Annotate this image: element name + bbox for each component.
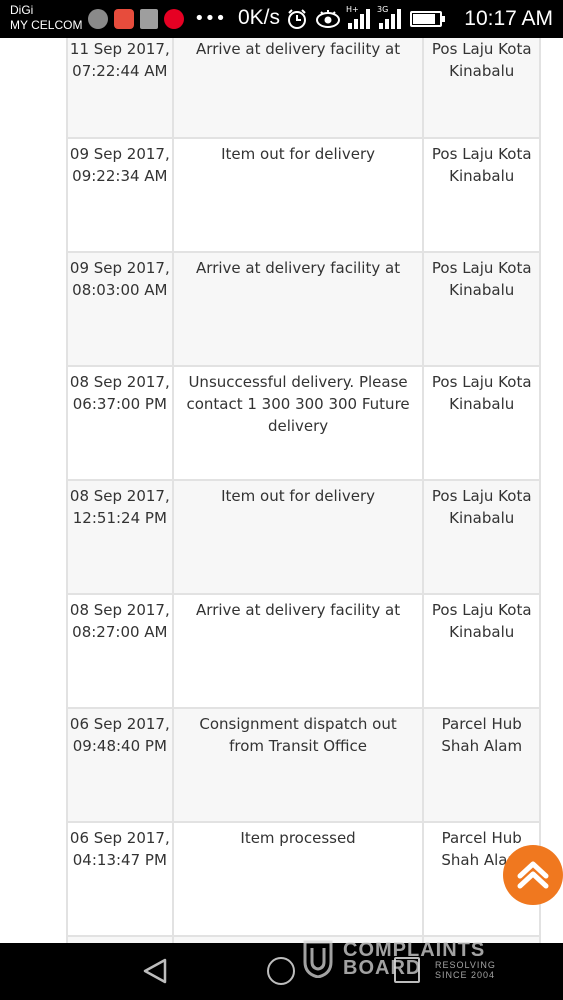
tracking-row: 09 Sep 2017, 08:03:00 AM Arrive at delive… — [66, 251, 541, 367]
watermark-line-2: BOARD — [343, 957, 422, 979]
tracking-event-cell: Item processed — [171, 821, 425, 937]
carrier-line-2: MY CELCOM — [10, 18, 83, 32]
shield-logo-icon — [303, 940, 333, 978]
chevron-up-icon — [517, 861, 549, 889]
tracking-event-cell: Consignment dispatch out from Transit Of… — [171, 707, 425, 823]
tracking-row: 06 Sep 2017, 09:48:40 PM Consignment disp… — [66, 707, 541, 823]
net-speed: 0K/s — [238, 6, 281, 29]
app-notification-icon — [88, 9, 108, 29]
pinterest-icon — [164, 9, 184, 29]
carrier-label: DiGi MY CELCOM — [10, 3, 82, 33]
tracking-event-cell: Arrive at delivery facility at — [171, 593, 425, 709]
tracking-date-cell: 09 Sep 2017, 09:22:34 AM — [66, 137, 174, 253]
tracking-location-cell: Pos Laju Kota Kinabalu — [422, 251, 541, 367]
back-icon[interactable] — [141, 957, 169, 985]
tracking-row: 08 Sep 2017, 06:37:00 PM Unsuccessful del… — [66, 365, 541, 481]
email-app-icon — [114, 9, 134, 29]
notification-icons: ••• — [88, 8, 226, 30]
tracking-table-body: 11 Sep 2017, 07:22:44 AM Arrive at delive… — [66, 38, 541, 957]
tracking-event-cell: Arrive at delivery facility at — [171, 38, 425, 139]
tracking-location-cell: Pos Laju Kota Kinabalu — [422, 137, 541, 253]
signal-icon-3g: 3G — [377, 5, 403, 29]
tracking-date-cell: 08 Sep 2017, 08:27:00 AM — [66, 593, 174, 709]
tracking-date-cell: 11 Sep 2017, 07:22:44 AM — [66, 38, 174, 139]
clock: 10:17 AM — [464, 7, 553, 30]
gallery-icon — [140, 9, 158, 29]
network-type-3g: 3G — [377, 5, 389, 14]
network-type-hplus: H+ — [346, 5, 359, 14]
tracking-location-cell: Pos Laju Kota Kinabalu — [422, 365, 541, 481]
tracking-row: 09 Sep 2017, 09:22:34 AM Item out for del… — [66, 137, 541, 253]
tracking-event-cell: Item out for delivery — [171, 479, 425, 595]
carrier-line-1: DiGi — [10, 3, 34, 17]
tracking-row: 08 Sep 2017, 08:27:00 AM Arrive at delive… — [66, 593, 541, 709]
battery-level — [413, 14, 435, 24]
tracking-date-cell: 09 Sep 2017, 08:03:00 AM — [66, 251, 174, 367]
tracking-location-cell: Pos Laju Kota Kinabalu — [422, 479, 541, 595]
tracking-row: 06 Sep 2017, 04:13:47 PM Item processed Pa… — [66, 821, 541, 937]
more-notifications-icon: ••• — [194, 8, 226, 29]
tracking-location-cell: Pos Laju Kota Kinabalu — [422, 38, 541, 139]
tracking-date-cell: 08 Sep 2017, 12:51:24 PM — [66, 479, 174, 595]
signal-icon-hplus: H+ — [346, 5, 372, 29]
battery-icon — [410, 11, 445, 27]
tracking-row: 08 Sep 2017, 12:51:24 PM Item out for del… — [66, 479, 541, 595]
status-bar: DiGi MY CELCOM ••• 0K/s H+ 3G 10:17 AM — [0, 0, 563, 38]
tracking-location-cell: Parcel Hub Shah Alam — [422, 707, 541, 823]
home-icon[interactable] — [267, 957, 295, 985]
system-icons: H+ 3G — [286, 5, 445, 32]
tracking-location-cell: Pos Laju Kota Kinabalu — [422, 593, 541, 709]
eye-comfort-icon — [316, 10, 340, 28]
tracking-event-cell: Item out for delivery — [171, 137, 425, 253]
tracking-table: 11 Sep 2017, 07:22:44 AM Arrive at delive… — [66, 38, 541, 957]
tracking-event-cell: Unsuccessful delivery. Please contact 1 … — [171, 365, 425, 481]
tracking-date-cell: 08 Sep 2017, 06:37:00 PM — [66, 365, 174, 481]
watermark-tagline: RESOLVING SINCE 2004 — [435, 960, 496, 980]
tracking-date-cell: 06 Sep 2017, 09:48:40 PM — [66, 707, 174, 823]
scroll-to-top-button[interactable] — [503, 845, 563, 905]
tracking-row: 11 Sep 2017, 07:22:44 AM Arrive at delive… — [66, 38, 541, 139]
tracking-event-cell: Arrive at delivery facility at — [171, 251, 425, 367]
complaints-board-watermark: COMPLAINTS BOARD RESOLVING SINCE 2004 — [303, 939, 523, 982]
tracking-date-cell: 06 Sep 2017, 04:13:47 PM — [66, 821, 174, 937]
alarm-icon — [288, 9, 306, 29]
